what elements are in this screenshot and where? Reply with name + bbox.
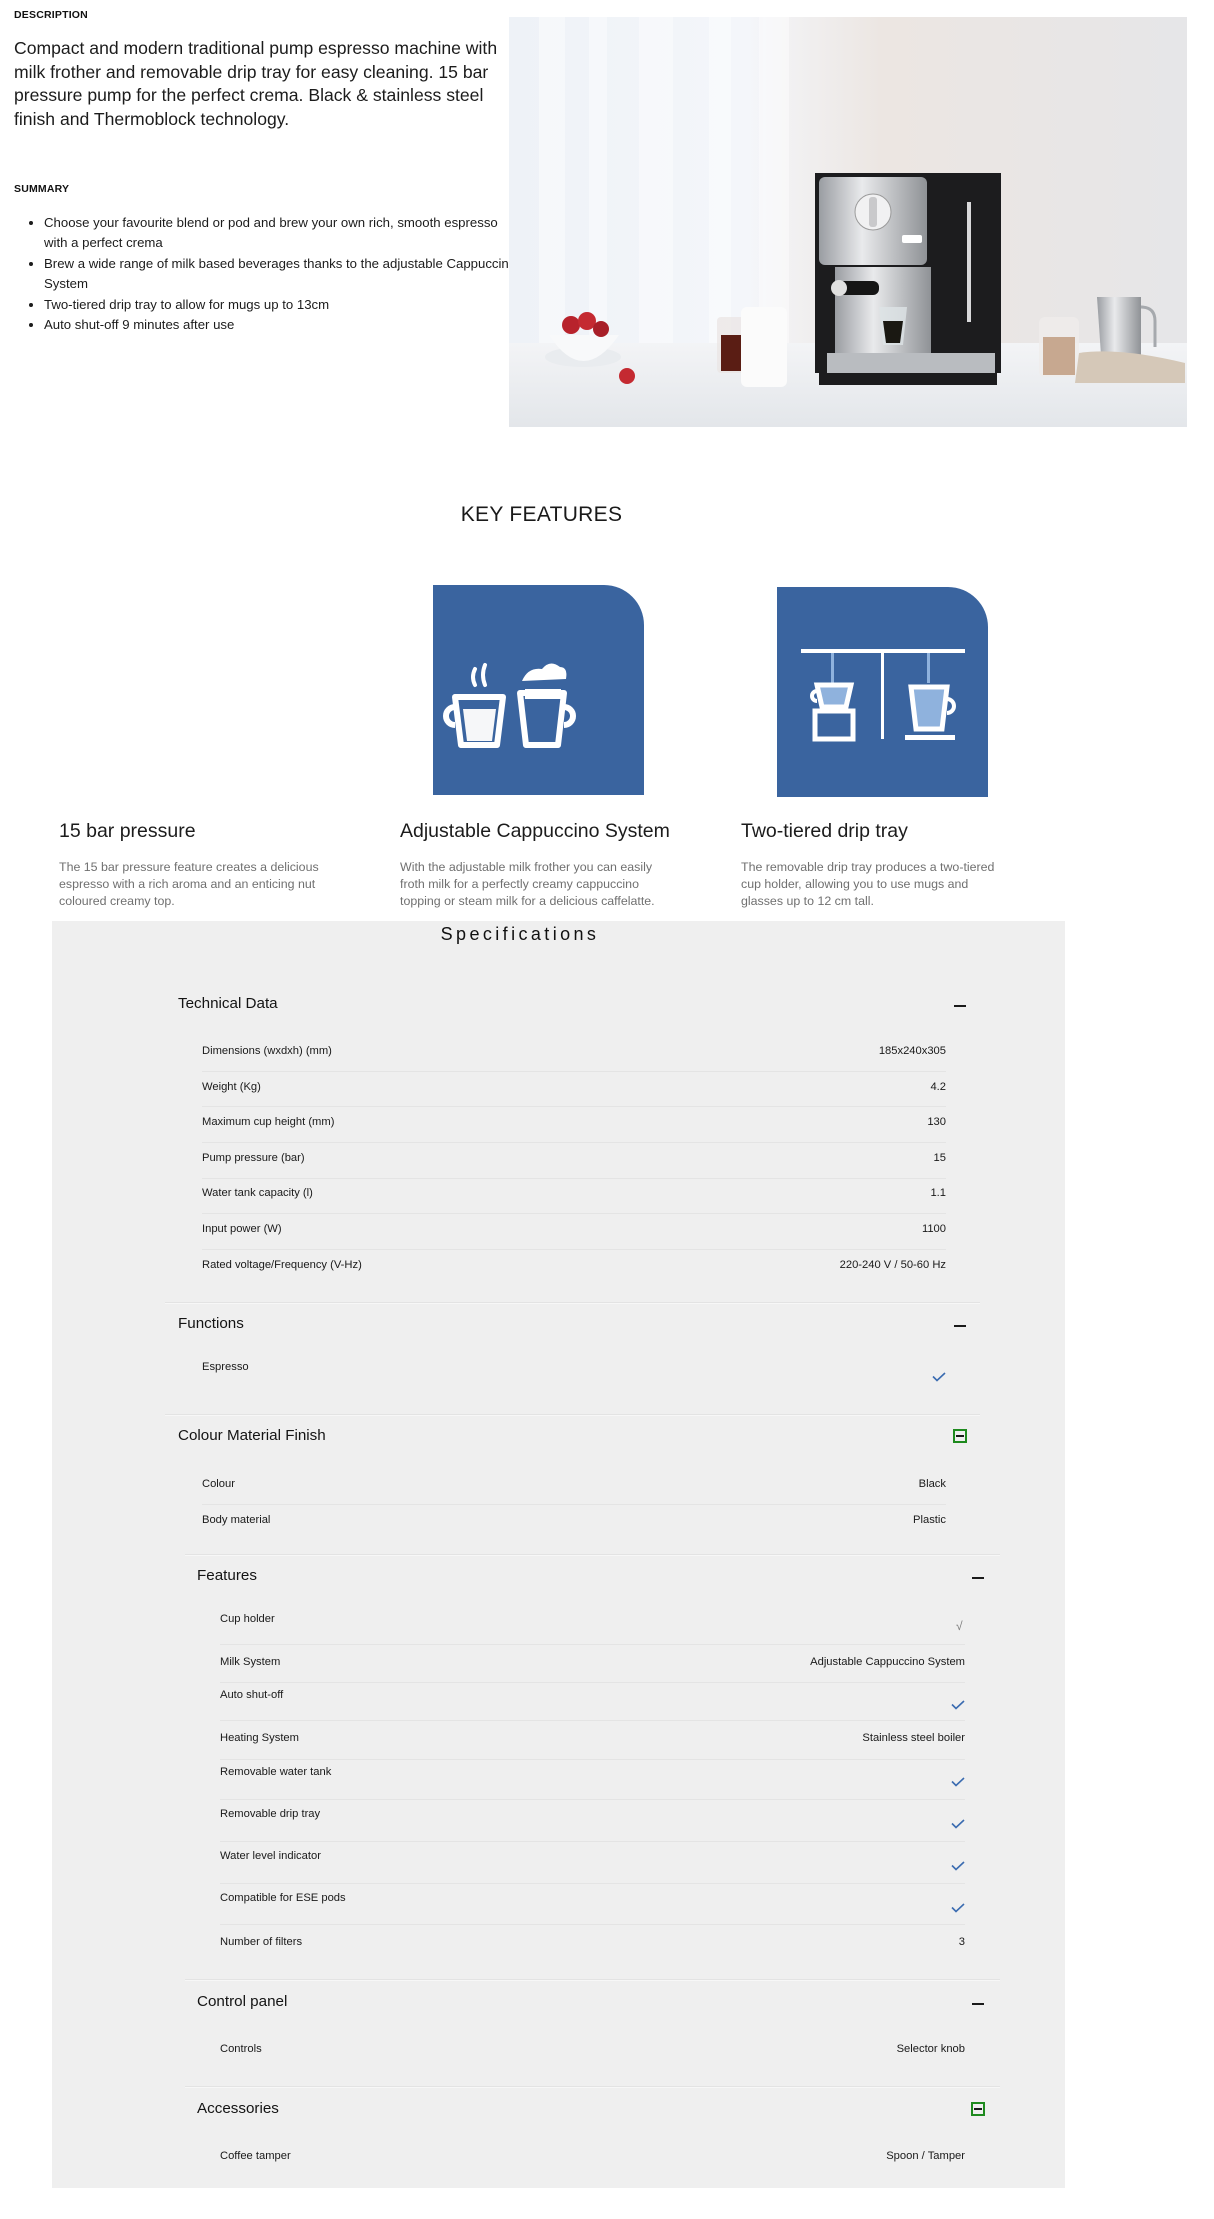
check-icon: √ [956, 1619, 963, 1633]
check-icon [951, 1697, 965, 1710]
row-divider [202, 1213, 946, 1214]
two-tiered-drip-tray-icon [777, 587, 988, 797]
spec-row-value: 3 [958, 1936, 965, 1948]
spec-row-label: Dimensions (wxdxh) (mm) [202, 1045, 332, 1057]
key-features-title: KEY FEATURES [460, 503, 623, 526]
spec-section-header[interactable]: Accessories [197, 2100, 279, 2117]
check-icon [951, 1858, 965, 1871]
spec-row-value: Black [918, 1478, 946, 1490]
spec-row-label: Water tank capacity (l) [202, 1187, 313, 1200]
spec-row-label: Removable water tank [220, 1766, 332, 1778]
spec-row-label: Maximum cup height (mm) [202, 1116, 335, 1129]
spec-section-header[interactable]: Colour Material Finish [178, 1427, 326, 1444]
spec-row-label: Auto shut-off [220, 1688, 284, 1701]
check-icon [951, 1816, 965, 1829]
feature-description: The removable drip tray produces a two-t… [741, 860, 995, 908]
summary-item: Two-tiered drip tray to allow for mugs u… [44, 295, 524, 315]
spec-row-value: Spoon / Tamper [886, 2150, 965, 2162]
spec-section-header[interactable]: Technical Data [178, 995, 278, 1012]
section-divider [165, 1302, 980, 1304]
spec-row-label: Heating System [220, 1732, 299, 1744]
feature-description: The 15 bar pressure feature creates a de… [59, 860, 319, 908]
check-icon [951, 1774, 965, 1787]
row-divider [202, 1106, 946, 1107]
product-hero-image [509, 17, 1187, 427]
spec-row-label: Body material [202, 1513, 271, 1526]
row-divider [220, 1759, 965, 1760]
spec-row-label: Rated voltage/Frequency (V-Hz) [202, 1258, 362, 1271]
spec-row-label: Number of filters [220, 1936, 303, 1948]
spec-row-value: 4.2 [930, 1080, 946, 1093]
row-divider [220, 1841, 965, 1842]
summary-item: Brew a wide range of milk based beverage… [44, 254, 524, 295]
description-label: DESCRIPTION [14, 9, 88, 21]
summary-item: Choose your favourite blend or pod and b… [44, 213, 524, 254]
spec-row-value: Adjustable Cappuccino System [810, 1655, 965, 1668]
summary-item: Auto shut-off 9 minutes after use [44, 315, 524, 335]
row-divider [202, 1504, 946, 1505]
spec-row-label: Removable drip tray [220, 1808, 321, 1820]
section-divider [185, 1979, 1000, 1981]
spec-row-label: Pump pressure (bar) [202, 1151, 305, 1164]
row-divider [220, 1799, 965, 1800]
feature-title: 15 bar pressure [59, 820, 196, 842]
summary-label: SUMMARY [14, 183, 70, 195]
feature-description: With the adjustable milk frother you can… [400, 860, 655, 908]
row-divider [220, 1883, 965, 1884]
spec-section-header[interactable]: Features [197, 1567, 257, 1584]
spec-row-value: 220-240 V / 50-60 Hz [839, 1258, 946, 1271]
collapse-toggle-icon[interactable] [971, 2102, 985, 2116]
section-divider [185, 1554, 1000, 1556]
section-divider [185, 2086, 1000, 2088]
spec-row-label: Controls [220, 2043, 262, 2055]
spec-row-value: Plastic [913, 1513, 946, 1526]
spec-section-header[interactable]: Functions [178, 1315, 244, 1332]
espresso-machine-scene [509, 17, 1187, 427]
spec-row-label: Colour [202, 1478, 235, 1490]
spec-row-label: Espresso [202, 1361, 249, 1373]
spec-row-value: Selector knob [896, 2043, 965, 2055]
spec-row-label: Compatible for ESE pods [220, 1892, 346, 1904]
spec-row-value: Stainless steel boiler [862, 1732, 965, 1744]
row-divider [202, 1071, 946, 1072]
spec-row-value: 1100 [921, 1223, 946, 1235]
collapse-toggle-icon[interactable] [954, 1325, 966, 1327]
spec-row-value: 130 [927, 1116, 946, 1129]
row-divider [202, 1142, 946, 1143]
spec-row-label: Milk System [220, 1655, 281, 1668]
cappuccino-cups-icon [433, 585, 644, 795]
spec-row-label: Coffee tamper [220, 2150, 291, 2162]
row-divider [220, 1924, 965, 1925]
collapse-toggle-icon[interactable] [972, 2003, 984, 2005]
check-icon [951, 1900, 965, 1913]
spec-row-label: Input power (W) [202, 1223, 282, 1235]
summary-list: Choose your favourite blend or pod and b… [14, 213, 524, 335]
feature-title: Adjustable Cappuccino System [400, 820, 670, 842]
spec-row-value: 1.1 [930, 1187, 946, 1200]
row-divider [202, 1178, 946, 1179]
spec-row-label: Weight (Kg) [202, 1080, 261, 1093]
feature-title: Two-tiered drip tray [741, 820, 908, 842]
row-divider [220, 1720, 965, 1721]
spec-row-label: Cup holder [220, 1613, 275, 1625]
collapse-toggle-icon[interactable] [972, 1577, 984, 1579]
spec-row-value: 15 [933, 1151, 946, 1164]
specifications-title: Specifications [440, 924, 600, 944]
check-icon [932, 1369, 946, 1382]
spec-row-value: 185x240x305 [878, 1045, 946, 1057]
collapse-toggle-icon[interactable] [953, 1429, 967, 1443]
row-divider [220, 1682, 965, 1683]
collapse-toggle-icon[interactable] [954, 1005, 966, 1007]
row-divider [220, 1644, 965, 1645]
spec-section-header[interactable]: Control panel [197, 1993, 287, 2010]
description-text: Compact and modern traditional pump espr… [14, 38, 498, 129]
row-divider [202, 1249, 946, 1250]
spec-row-label: Water level indicator [220, 1850, 321, 1862]
section-divider [165, 1414, 980, 1416]
